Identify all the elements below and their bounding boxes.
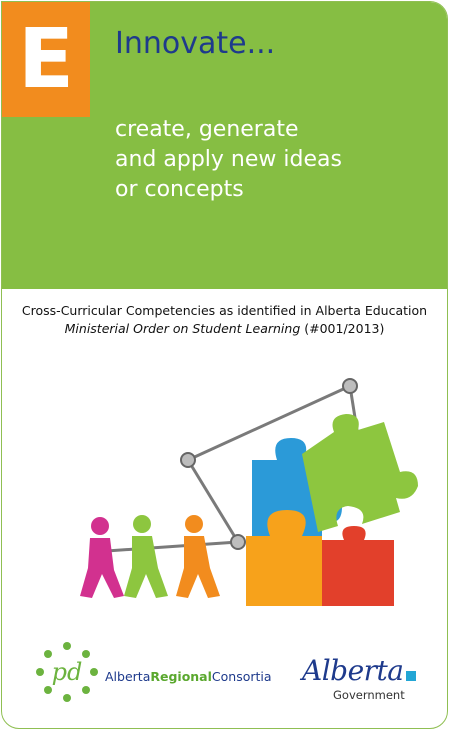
competency-card: E Innovate... create, generate and apply… [1,1,448,729]
reference-line-1: Cross-Curricular Competencies as identif… [21,303,428,318]
reference-order-number: (#001/2013) [300,321,385,336]
letter-badge-text: E [17,11,74,107]
description-line: create, generate [115,117,299,142]
alberta-logo-word: Alberta [302,654,404,687]
reference-order-title: Ministerial Order on Student Learning [64,321,301,336]
puzzle-illustration [80,378,418,606]
header-panel: E Innovate... create, generate and apply… [2,2,447,289]
card-title: Innovate... [115,26,276,61]
reference-line-2: Ministerial Order on Student Learning (#… [2,320,447,338]
description-line: or concepts [115,177,244,202]
arc-name-regional: Regional [150,669,212,684]
letter-badge: E [2,2,90,117]
arc-name-alberta: Alberta [105,669,151,684]
arc-name-consortia: Consortia [211,669,272,684]
card-description: create, generate and apply new ideas or … [115,115,435,205]
arc-logo: pd [36,642,98,702]
reference-text: Cross-Curricular Competencies as identif… [2,302,447,338]
arc-logo-letters: pd [52,658,83,686]
description-line: and apply new ideas [115,147,342,172]
alberta-government-label: Government [333,688,405,702]
arc-name: AlbertaRegionalConsortia [105,669,272,684]
alberta-logo-mark [406,671,416,681]
